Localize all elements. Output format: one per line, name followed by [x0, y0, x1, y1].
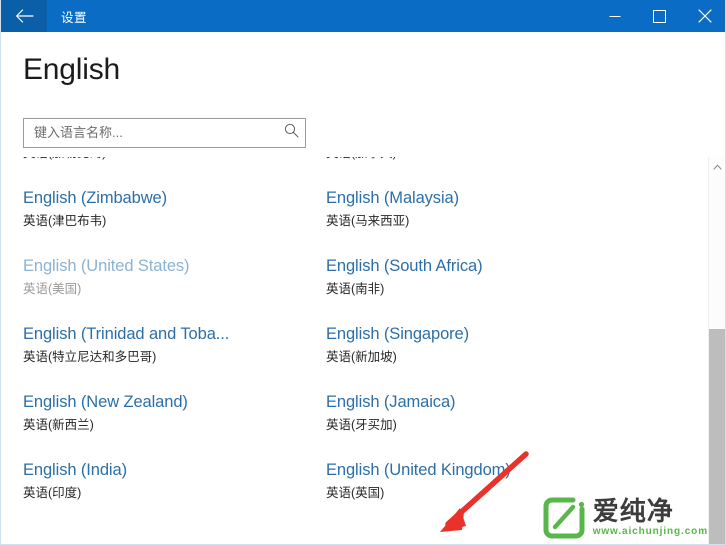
language-name-cn: 英语(特立尼达和多巴哥): [23, 350, 157, 364]
table-row: English (Trinidad and Toba... 英语(特立尼达和多巴…: [2, 322, 708, 390]
language-name-en[interactable]: English (New Zealand): [23, 390, 305, 414]
table-row: English (Zimbabwe) 英语(津巴布韦) English (Mal…: [2, 186, 708, 254]
language-item[interactable]: English (Caribbean) 英语(加勒比海): [2, 157, 305, 186]
language-name-en[interactable]: English (United States): [23, 254, 305, 278]
language-name-cn: 英语(津巴布韦): [23, 214, 107, 228]
language-item[interactable]: English (India) 英语(印度): [2, 458, 305, 526]
language-name-cn: 英语(牙买加): [326, 418, 397, 432]
language-name-cn: 英语(马来西亚): [326, 214, 410, 228]
app-title: 设置: [61, 10, 88, 25]
language-name-cn: 英语(英国): [326, 486, 385, 500]
scroll-up-button[interactable]: [709, 157, 725, 174]
language-item[interactable]: English (Canada) 英语(加拿大): [305, 157, 665, 186]
back-arrow-icon: [15, 9, 34, 23]
minimize-button[interactable]: [592, 0, 637, 32]
close-button[interactable]: [682, 0, 725, 32]
table-row: English (Caribbean) 英语(加勒比海) English (Ca…: [2, 157, 708, 186]
language-name-en[interactable]: English (Singapore): [326, 322, 665, 346]
language-name-cn: 英语(新西兰): [23, 418, 94, 432]
language-item[interactable]: English (Trinidad and Toba... 英语(特立尼达和多巴…: [2, 322, 305, 390]
search-icon: [284, 123, 299, 143]
search-button[interactable]: [277, 119, 305, 147]
language-name-en[interactable]: English (South Africa): [326, 254, 665, 278]
table-row: English (India) 英语(印度) English (United K…: [2, 458, 708, 526]
language-name-en[interactable]: English (Trinidad and Toba...: [23, 322, 305, 346]
title-bar: 设置: [1, 0, 725, 32]
language-item-united-kingdom[interactable]: English (United Kingdom) 英语(英国): [305, 458, 665, 526]
language-name-cn: 英语(南非): [326, 282, 385, 296]
maximize-button[interactable]: [637, 0, 682, 32]
language-item[interactable]: English (Malaysia) 英语(马来西亚): [305, 186, 665, 254]
scrollbar-track[interactable]: [709, 174, 725, 544]
language-item[interactable]: English (Singapore) 英语(新加坡): [305, 322, 665, 390]
language-name-cn: 英语(加拿大): [326, 157, 665, 163]
back-button[interactable]: [1, 0, 47, 32]
language-name-en[interactable]: English (Malaysia): [326, 186, 665, 210]
language-name-cn: 英语(加勒比海): [23, 157, 305, 163]
maximize-icon: [653, 9, 666, 23]
minimize-icon: [609, 10, 621, 22]
language-item[interactable]: English (New Zealand) 英语(新西兰): [2, 390, 305, 458]
language-item[interactable]: English (Jamaica) 英语(牙买加): [305, 390, 665, 458]
close-icon: [697, 9, 712, 23]
language-name-en[interactable]: English (United Kingdom): [326, 458, 665, 482]
language-name-cn: 英语(新加坡): [326, 350, 397, 364]
table-row: English (United States) 英语(美国) English (…: [2, 254, 708, 322]
settings-window: 设置 English 键入语言名称... English (Zimbabwe) …: [0, 0, 726, 545]
scrollbar-thumb[interactable]: [709, 329, 725, 544]
search-box[interactable]: [23, 118, 306, 148]
page-title: English: [23, 53, 120, 86]
language-name-en[interactable]: English (India): [23, 458, 305, 482]
language-list: English (Caribbean) 英语(加勒比海) English (Ca…: [2, 157, 708, 544]
language-name-cn: 英语(印度): [23, 486, 82, 500]
language-list-inner: English (Caribbean) 英语(加勒比海) English (Ca…: [2, 157, 708, 526]
vertical-scrollbar[interactable]: [708, 157, 725, 544]
language-item[interactable]: English (Zimbabwe) 英语(津巴布韦): [2, 186, 305, 254]
titlebar-spacer: [87, 0, 592, 32]
chevron-up-icon: [712, 157, 722, 175]
language-name-en[interactable]: English (Jamaica): [326, 390, 665, 414]
table-row: English (New Zealand) 英语(新西兰) English (J…: [2, 390, 708, 458]
search-input[interactable]: [24, 120, 277, 146]
language-item[interactable]: English (South Africa) 英语(南非): [305, 254, 665, 322]
language-item-selected[interactable]: English (United States) 英语(美国): [2, 254, 305, 322]
page-body: English English (Caribbean): [2, 32, 725, 544]
language-name-en[interactable]: English (Zimbabwe): [23, 186, 305, 210]
language-name-cn: 英语(美国): [23, 282, 82, 296]
